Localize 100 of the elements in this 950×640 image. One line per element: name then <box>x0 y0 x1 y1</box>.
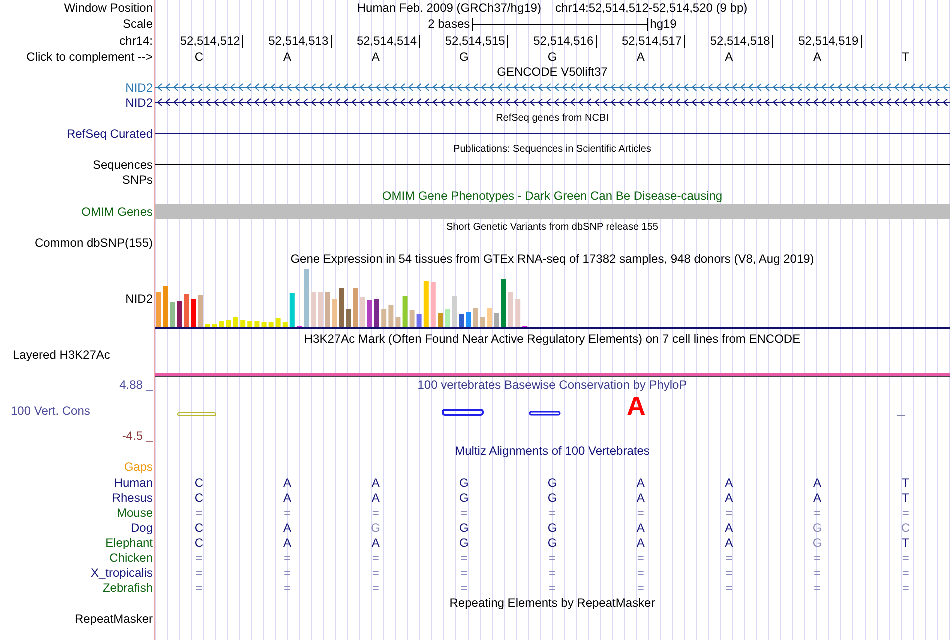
aligned-base: = <box>726 566 733 580</box>
aligned-base: A <box>636 476 645 490</box>
scale-length: 2 bases <box>428 17 470 31</box>
track-label[interactable]: Mouse <box>116 506 153 520</box>
gene-strand-drawing[interactable] <box>155 98 950 107</box>
track-label[interactable]: OMIM Genes <box>82 204 153 218</box>
track-title: H3K27Ac Mark (Often Found Near Active Regulatory Elements) on 7 cell lines from ENCODE <box>304 332 801 346</box>
track-label[interactable]: SNPs <box>122 173 153 187</box>
aligned-base: = <box>460 580 468 594</box>
aligned-base: = <box>460 506 468 520</box>
base-position: 52,514,517 <box>622 34 685 48</box>
track-label[interactable]: 100 Vert. Cons <box>0 404 90 418</box>
base-position: 52,514,512 <box>180 34 244 48</box>
aligned-base: = <box>460 566 468 580</box>
aligned-base: = <box>284 580 291 594</box>
track-label[interactable]: Click to complement --> <box>26 50 153 64</box>
aligned-base: C <box>901 520 910 534</box>
aligned-base: = <box>726 506 733 520</box>
base-position: 52,514,514 <box>356 34 420 48</box>
base-position: 52,514,515 <box>445 34 508 48</box>
track-label[interactable]: RepeatMasker <box>74 612 153 626</box>
track-label[interactable]: Sequences <box>92 158 153 172</box>
aligned-base: = <box>814 506 821 520</box>
position-range: chr14:52,514,512-52,514,520 (9 bp) <box>555 1 748 15</box>
track-label[interactable]: Human <box>114 476 153 490</box>
base-letter[interactable]: A <box>813 50 822 64</box>
aligned-base: = <box>902 580 910 594</box>
aligned-base: G <box>459 476 469 490</box>
assembly-name: Human Feb. 2009 (GRCh37/hg19) <box>357 1 542 15</box>
aligned-base: = <box>548 550 556 564</box>
aligned-base: A <box>283 536 292 550</box>
aligned-base: A <box>725 536 734 550</box>
track-label[interactable]: Layered H3K27Ac <box>13 348 110 362</box>
aligned-base: A <box>636 490 645 504</box>
track-label[interactable]: Elephant <box>106 536 153 550</box>
base-position: 52,514,516 <box>534 34 597 48</box>
aligned-base: G <box>812 520 822 534</box>
track-title: RefSeq genes from NCBI <box>496 112 609 124</box>
aligned-base: A <box>283 490 292 504</box>
aligned-base: T <box>902 476 910 490</box>
aligned-base: T <box>902 490 910 504</box>
aligned-base: A <box>283 476 292 490</box>
track-label[interactable]: Window Position <box>64 1 153 15</box>
base-letter[interactable]: A <box>636 50 645 64</box>
aligned-base: = <box>902 550 910 564</box>
aligned-base: A <box>813 476 822 490</box>
aligned-base: = <box>196 580 203 594</box>
track-label[interactable]: X_tropicalis <box>90 566 153 580</box>
aligned-base: = <box>284 506 291 520</box>
track-title: Publications: Sequences in Scientific Articles <box>454 144 652 154</box>
base-letter[interactable]: A <box>725 50 734 64</box>
track-label[interactable]: NID2 <box>126 96 153 110</box>
aligned-base: = <box>284 550 291 564</box>
track-label[interactable]: Rhesus <box>112 490 153 504</box>
track-label[interactable]: Scale <box>122 17 153 31</box>
base-letter[interactable]: A <box>283 50 292 64</box>
base-position: 52,514,519 <box>798 34 862 48</box>
aligned-base: G <box>459 536 469 550</box>
aligned-base: = <box>548 580 556 594</box>
track-label[interactable]: Zebrafish <box>102 580 153 594</box>
base-letter[interactable]: G <box>459 50 469 64</box>
aligned-base: A <box>813 490 822 504</box>
aligned-base: = <box>460 550 468 564</box>
base-letter[interactable]: A <box>372 50 380 64</box>
aligned-base: = <box>902 566 910 580</box>
aligned-base: A <box>725 476 734 490</box>
aligned-base: = <box>726 580 733 594</box>
aligned-base: = <box>637 550 644 564</box>
track-label[interactable]: Common dbSNP(155) <box>34 236 153 250</box>
aligned-base: = <box>284 566 291 580</box>
aligned-base: C <box>194 476 204 490</box>
track-label[interactable]: chr14: <box>120 34 153 48</box>
base-letter[interactable]: T <box>902 50 910 64</box>
track-label[interactable]: Chicken <box>110 550 153 564</box>
track-title: Multiz Alignments of 100 Vertebrates <box>455 444 650 458</box>
aligned-base: = <box>637 566 644 580</box>
aligned-base: = <box>637 506 644 520</box>
track-label[interactable]: RefSeq Curated <box>66 126 153 140</box>
aligned-base: = <box>196 566 203 580</box>
aligned-base: A <box>283 520 292 534</box>
aligned-base: G <box>812 536 822 550</box>
aligned-base: C <box>194 520 204 534</box>
axis-max-label: 4.88 _ <box>120 378 153 392</box>
aligned-base: C <box>194 490 204 504</box>
aligned-base: = <box>726 550 733 564</box>
aligned-base: A <box>636 520 645 534</box>
base-letter[interactable]: G <box>548 50 558 64</box>
track-label[interactable]: NID2 <box>126 80 153 94</box>
aligned-base: G <box>459 520 469 534</box>
aligned-base: A <box>372 490 380 504</box>
track-label[interactable]: Dog <box>130 520 153 534</box>
track-title: 100 vertebrates Basewise Conservation by PhyloP <box>418 378 688 392</box>
aligned-base: = <box>372 506 380 520</box>
track-label[interactable]: NID2 <box>126 292 153 306</box>
aligned-base: = <box>814 566 821 580</box>
aligned-base: G <box>548 490 558 504</box>
aligned-base: = <box>814 550 821 564</box>
aligned-base: = <box>372 580 380 594</box>
base-letter[interactable]: C <box>194 50 204 64</box>
aligned-base: G <box>459 490 469 504</box>
